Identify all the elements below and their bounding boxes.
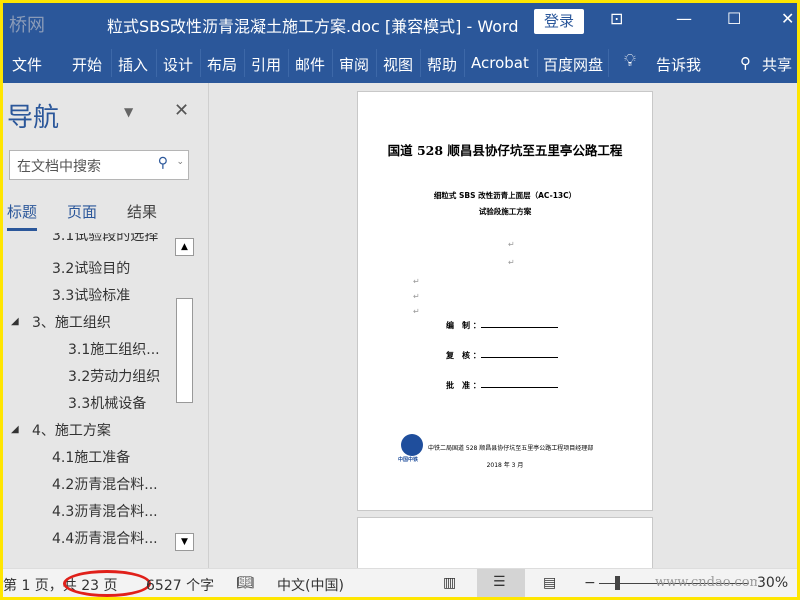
tab-view[interactable]: 视图: [383, 54, 413, 75]
maximize-button[interactable]: ☐: [727, 9, 741, 28]
zoom-slider-thumb[interactable]: [615, 576, 620, 590]
tab-insert[interactable]: 插入: [118, 54, 148, 75]
watermark-logo: 桥网: [9, 15, 45, 36]
zoom-level[interactable]: 30%: [757, 575, 789, 591]
cover-date: 2018 年 3 月: [486, 462, 524, 469]
crec-logo-icon: [401, 434, 423, 456]
heading-item[interactable]: 3.3试验标准: [52, 285, 130, 305]
share-icon[interactable]: ⚲: [740, 54, 751, 72]
scroll-up-icon[interactable]: ▲: [175, 238, 194, 256]
read-mode-icon[interactable]: ▥: [443, 575, 456, 591]
nav-title: 导航: [7, 103, 60, 133]
collapse-icon[interactable]: ◢: [11, 424, 19, 435]
heading-item[interactable]: 4.1施工准备: [52, 447, 130, 467]
title-bar: 桥网 粒式SBS改性沥青混凝土施工方案.doc [兼容模式] - Word 登录…: [3, 3, 797, 43]
tab-layout[interactable]: 布局: [207, 54, 237, 75]
heading-item[interactable]: 4.2沥青混合料...: [52, 474, 158, 494]
cover-subtitle-1: 细粒式 SBS 改性沥青上面层（AC-13C）: [433, 191, 577, 200]
tell-me-button[interactable]: 告诉我: [656, 54, 701, 75]
print-layout-icon: ☰: [493, 574, 506, 590]
document-title: 粒式SBS改性沥青混凝土施工方案.doc [兼容模式] - Word: [107, 17, 519, 36]
search-icon[interactable]: ⚲: [158, 155, 168, 171]
tab-acrobat[interactable]: Acrobat: [471, 54, 529, 72]
page-1[interactable]: 国道 528 顺昌县协仔坑至五里亭公路工程 细粒式 SBS 改性沥青上面层（AC…: [357, 91, 653, 511]
collapse-icon[interactable]: ◢: [11, 316, 19, 327]
web-layout-icon[interactable]: ▤: [543, 575, 556, 591]
sign-compiled: 编 制 ：: [446, 320, 558, 331]
heading-item[interactable]: 3.2试验目的: [52, 258, 130, 278]
navigation-pane: 导航 ▼ ✕ 在文档中搜索 ⚲ ⌄ 标题 页面 结果 3.1试验段的选择 3.2…: [3, 83, 209, 568]
tab-file[interactable]: 文件: [12, 54, 42, 75]
heading-item[interactable]: 3.1施工组织...: [68, 339, 160, 359]
word-count[interactable]: 6527 个字: [146, 575, 214, 595]
heading-item[interactable]: 4、施工方案: [32, 420, 111, 440]
tab-mailings[interactable]: 邮件: [295, 54, 325, 75]
heading-item[interactable]: 4.3沥青混合料...: [52, 501, 158, 521]
tab-headings[interactable]: 标题: [7, 201, 38, 231]
chevron-down-icon[interactable]: ⌄: [176, 157, 184, 167]
tab-home[interactable]: 开始: [72, 54, 102, 75]
tab-design[interactable]: 设计: [163, 54, 193, 75]
heading-item[interactable]: 3.2劳动力组织: [68, 366, 160, 386]
heading-item[interactable]: 3、施工组织: [32, 312, 111, 332]
cover-subtitle-2: 试验段施工方案: [478, 207, 532, 216]
sign-reviewed: 复 核 ：: [446, 350, 558, 361]
tab-help[interactable]: 帮助: [427, 54, 457, 75]
tab-pages[interactable]: 页面: [67, 201, 97, 222]
nav-scrollbar[interactable]: ▲ ▼: [175, 238, 194, 553]
cover-title: 国道 528 顺昌县协仔坑至五里亭公路工程: [387, 143, 623, 158]
word-window: 桥网 粒式SBS改性沥青混凝土施工方案.doc [兼容模式] - Word 登录…: [3, 3, 797, 597]
close-button[interactable]: ✕: [781, 9, 794, 28]
login-button[interactable]: 登录: [534, 9, 584, 34]
language[interactable]: 中文(中国): [277, 575, 344, 595]
tab-results[interactable]: 结果: [127, 201, 157, 222]
ribbon-display-icon[interactable]: ⊡: [610, 9, 623, 28]
tab-baidu-netdisk[interactable]: 百度网盘: [543, 54, 603, 75]
sign-approved: 批 准 ：: [446, 380, 558, 391]
nav-options-chevron-icon[interactable]: ▼: [124, 105, 133, 119]
heading-item[interactable]: 3.1试验段的选择: [52, 233, 158, 245]
highlight-annotation: [63, 570, 151, 597]
status-bar: 第 1 页，共 23 页 6527 个字 📖︎ 中文(中国) ▥ ☰ ▤ − w…: [3, 568, 797, 597]
heading-item[interactable]: 3.3机械设备: [68, 393, 146, 413]
watermark-text: www.cndao.com: [655, 575, 762, 590]
search-input[interactable]: 在文档中搜索 ⚲ ⌄: [9, 150, 189, 180]
search-placeholder: 在文档中搜索: [17, 159, 101, 175]
tab-review[interactable]: 审阅: [339, 54, 369, 75]
minimize-button[interactable]: —: [676, 9, 692, 28]
heading-list: 3.1试验段的选择 3.2试验目的 3.3试验标准 ◢ 3、施工组织 3.1施工…: [3, 233, 173, 553]
document-area[interactable]: 国道 528 顺昌县协仔坑至五里亭公路工程 细粒式 SBS 改性沥青上面层（AC…: [210, 83, 797, 577]
share-button[interactable]: 共享: [762, 54, 792, 75]
lightbulb-icon[interactable]: 💡︎: [624, 51, 636, 71]
nav-close-icon[interactable]: ✕: [174, 100, 189, 121]
tab-references[interactable]: 引用: [251, 54, 281, 75]
heading-item[interactable]: 4.4沥青混合料...: [52, 528, 158, 548]
ribbon-tabs: 文件 开始 插入 设计 布局 引用 邮件 审阅 视图 帮助 Acrobat 百度…: [3, 43, 797, 83]
scroll-down-icon[interactable]: ▼: [175, 533, 194, 551]
scroll-thumb[interactable]: [176, 298, 193, 403]
print-layout-button[interactable]: ☰: [477, 569, 525, 597]
cover-organization: 中铁二局国道 528 顺昌县协仔坑至五里亭公路工程项目经理部: [428, 445, 594, 452]
proofing-icon[interactable]: 📖︎: [236, 575, 254, 591]
zoom-out-button[interactable]: −: [584, 575, 596, 591]
